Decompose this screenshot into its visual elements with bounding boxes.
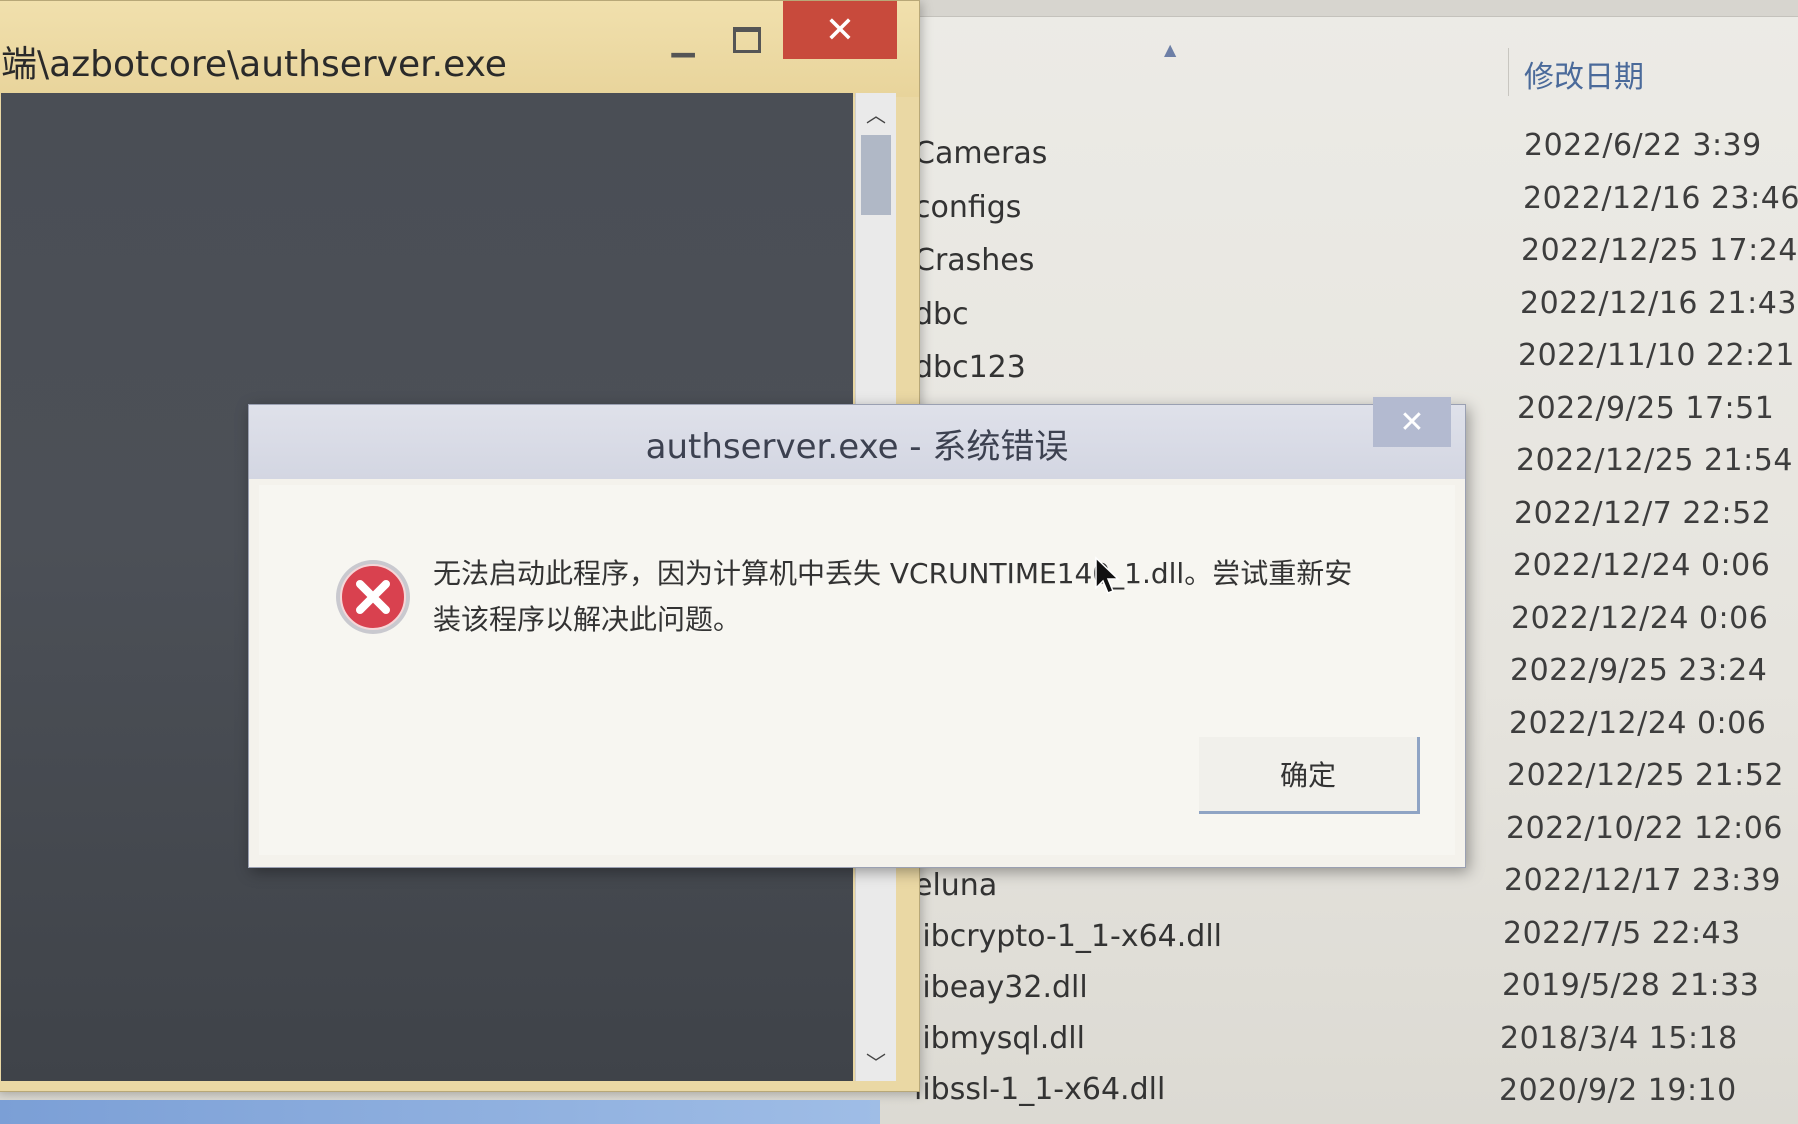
column-separator[interactable] (1508, 48, 1509, 96)
file-name-item[interactable]: libcrypto-1_1-x64.dll (914, 919, 1222, 954)
console-title: 端\azbotcore\authserver.exe (1, 44, 507, 85)
scroll-thumb[interactable] (861, 135, 891, 215)
file-date-item[interactable]: 2022/12/16 21:43 (1520, 286, 1797, 321)
file-name-item[interactable]: Crashes (914, 243, 1034, 278)
file-date-item[interactable]: 2022/9/25 17:51 (1517, 391, 1774, 426)
scroll-up-arrow-icon[interactable]: ︿ (856, 93, 896, 133)
file-date-item[interactable]: 2022/6/22 3:39 (1524, 128, 1762, 163)
file-date-item[interactable]: 2022/10/22 12:06 (1506, 811, 1783, 846)
file-date-item[interactable]: 2022/12/25 17:24 (1521, 233, 1798, 268)
file-date-item[interactable]: 2019/5/28 21:33 (1502, 968, 1759, 1003)
dialog-close-button[interactable]: ✕ (1373, 397, 1451, 447)
taskbar[interactable] (0, 1100, 880, 1124)
file-date-item[interactable]: 2022/7/5 22:43 (1503, 916, 1741, 951)
sort-ascending-icon[interactable]: ▲ (1164, 40, 1176, 59)
file-date-item[interactable]: 2022/12/24 0:06 (1511, 601, 1768, 636)
screen: ▲ 修改日期 Cameras configs Crashes dbc dbc123 elu… (0, 0, 1798, 1124)
file-date-item[interactable]: 2022/12/7 22:52 (1514, 496, 1771, 531)
file-date-item[interactable]: 2022/12/24 0:06 (1509, 706, 1766, 741)
file-date-item[interactable]: 2022/12/16 23:46 (1523, 181, 1798, 216)
file-name-item[interactable]: dbc123 (914, 350, 1026, 385)
file-date-item[interactable]: 2022/12/24 0:06 (1513, 548, 1770, 583)
system-error-dialog: authserver.exe - 系统错误 ✕ 无法启动此程序，因为计算机中丢失… (248, 397, 1466, 868)
console-title-bar[interactable]: 端\azbotcore\authserver.exe ▁ ✕ (0, 1, 919, 97)
ok-button[interactable]: 确定 (1199, 737, 1420, 814)
close-icon: ✕ (1399, 404, 1425, 440)
mouse-cursor-icon (1095, 556, 1120, 594)
file-name-item[interactable]: dbc (914, 297, 969, 332)
file-name-item[interactable]: eluna (914, 868, 997, 903)
file-date-item[interactable]: 2020/9/2 19:10 (1499, 1073, 1737, 1108)
file-date-item[interactable]: 2022/11/10 22:21 (1518, 338, 1795, 373)
file-name-item[interactable]: Cameras (914, 136, 1047, 171)
file-name-item[interactable]: configs (914, 190, 1021, 225)
file-date-item[interactable]: 2018/3/4 15:18 (1500, 1021, 1738, 1056)
file-name-item[interactable]: libeay32.dll (914, 970, 1088, 1005)
maximize-button[interactable] (719, 19, 775, 61)
dialog-title: authserver.exe - 系统错误 (645, 427, 1069, 467)
error-icon (336, 560, 410, 634)
scroll-down-arrow-icon[interactable]: ﹀ (856, 1041, 896, 1081)
column-header-modified-date[interactable]: 修改日期 (1524, 52, 1644, 96)
file-date-item[interactable]: 2022/12/25 21:52 (1507, 758, 1784, 793)
file-date-item[interactable]: 2022/12/25 21:54 (1516, 443, 1793, 478)
console-close-button[interactable]: ✕ (783, 1, 897, 59)
file-date-item[interactable]: 2022/12/17 23:39 (1504, 863, 1781, 898)
file-date-item[interactable]: 2022/9/25 23:24 (1510, 653, 1767, 688)
file-name-item[interactable]: libssl-1_1-x64.dll (914, 1072, 1165, 1107)
dialog-title-bar[interactable]: authserver.exe - 系统错误 ✕ (249, 397, 1465, 479)
file-name-item[interactable]: libmysql.dll (914, 1021, 1085, 1056)
close-icon: ✕ (824, 9, 856, 51)
error-message: 无法启动此程序，因为计算机中丢失 VCRUNTIME140_1.dll。尝试重新… (433, 557, 1353, 636)
minimize-icon: ▁ (671, 22, 695, 58)
maximize-icon (733, 27, 761, 53)
minimize-button[interactable]: ▁ (655, 19, 711, 61)
